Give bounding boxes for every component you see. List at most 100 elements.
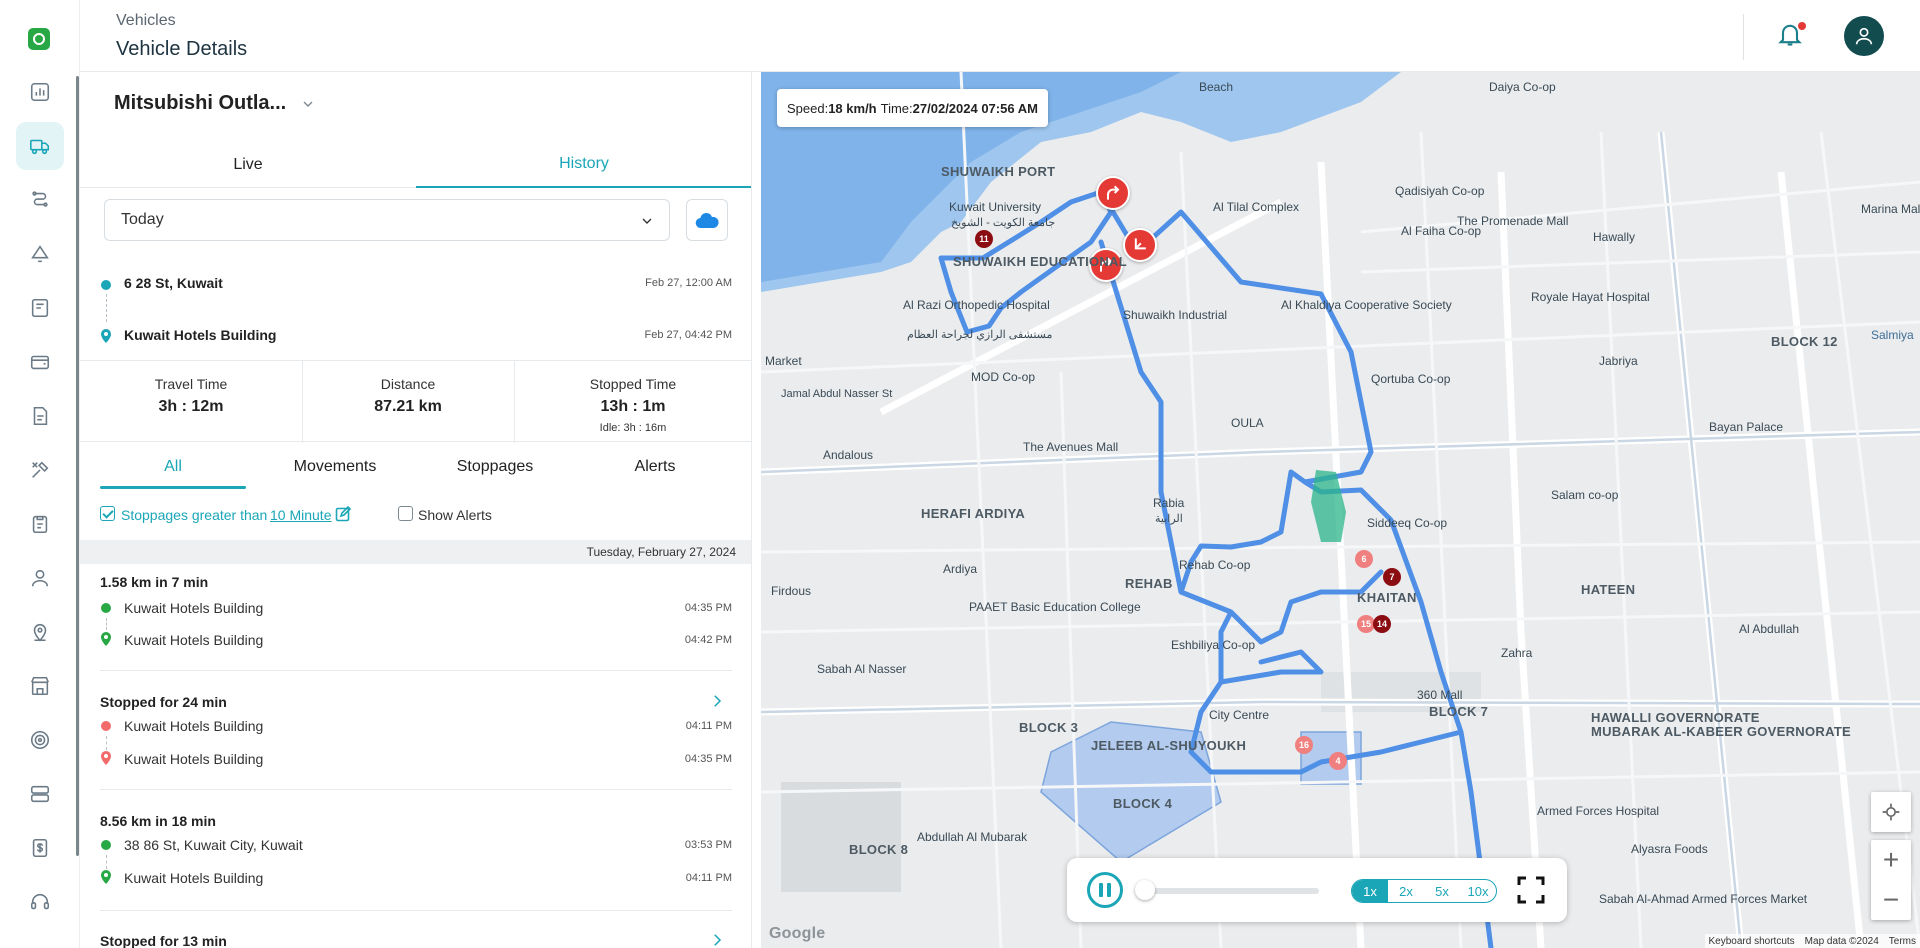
- sidebar-item-tools[interactable]: [16, 446, 64, 494]
- speed-2x-button[interactable]: 2x: [1388, 880, 1424, 902]
- map-place-label[interactable]: Alyasra Foods: [1631, 842, 1708, 856]
- rail-scrollbar[interactable]: [76, 76, 79, 856]
- map-place-label[interactable]: MOD Co-op: [971, 370, 1035, 384]
- speed-1x-button[interactable]: 1x: [1352, 880, 1388, 902]
- harsh-turn-alert-marker[interactable]: [1096, 176, 1130, 210]
- sidebar-item-clipboard[interactable]: [16, 500, 64, 548]
- map-place-label[interactable]: OULA: [1231, 416, 1264, 430]
- map-place-label[interactable]: Jabriya: [1599, 354, 1638, 368]
- stop-marker-11[interactable]: 11: [975, 230, 993, 248]
- map-place-label[interactable]: Hawally: [1593, 230, 1635, 244]
- map-place-label[interactable]: Abdullah Al Mubarak: [917, 830, 1027, 844]
- tab-movements[interactable]: Movements: [260, 444, 410, 490]
- map-place-label[interactable]: The Avenues Mall: [1023, 440, 1118, 454]
- harsh-brake-alert-marker[interactable]: [1123, 228, 1157, 262]
- sidebar-item-user[interactable]: [16, 554, 64, 602]
- map-place-label[interactable]: JELEEB AL-SHUYOUKH: [1091, 738, 1246, 753]
- show-alerts-checkbox[interactable]: [398, 506, 413, 521]
- map-place-label[interactable]: MUBARAK AL-KABEER GOVERNORATE: [1591, 724, 1851, 739]
- fullscreen-button[interactable]: [1515, 874, 1547, 906]
- map-place-label[interactable]: Rehab Co-op: [1179, 558, 1250, 572]
- map-place-label[interactable]: BLOCK 3: [1019, 720, 1078, 735]
- vehicle-name[interactable]: Mitsubishi Outla...: [114, 92, 286, 115]
- stoppage-duration-link[interactable]: 10 Minute: [270, 507, 331, 523]
- map-place-label[interactable]: Marina Mall: [1861, 202, 1920, 216]
- map-place-label[interactable]: Jamal Abdul Nasser St: [781, 388, 892, 400]
- tab-live[interactable]: Live: [80, 142, 416, 188]
- map-place-label[interactable]: Al Abdullah: [1739, 622, 1799, 636]
- map-place-label[interactable]: KHAITAN: [1357, 590, 1417, 605]
- notification-button[interactable]: [1776, 20, 1808, 52]
- map-place-label[interactable]: Market: [765, 354, 802, 368]
- sidebar-item-billing[interactable]: [16, 824, 64, 872]
- sidebar-item-target[interactable]: [16, 716, 64, 764]
- app-logo-icon[interactable]: [28, 28, 50, 50]
- sidebar-item-alert[interactable]: [16, 230, 64, 278]
- expand-entry-button[interactable]: [708, 931, 728, 948]
- sidebar-item-report[interactable]: [16, 284, 64, 332]
- map-place-label[interactable]: Qadisiyah Co-op: [1395, 184, 1484, 198]
- map-place-label[interactable]: Daiya Co-op: [1489, 80, 1556, 94]
- map-place-label[interactable]: Armed Forces Hospital: [1537, 804, 1659, 818]
- download-button[interactable]: [686, 199, 728, 241]
- route-map[interactable]: 11 6 7 15 14 16 4 SHUWAIKH PORT Kuwait Un…: [761, 72, 1920, 948]
- sidebar-item-document[interactable]: [16, 392, 64, 440]
- stop-marker-16[interactable]: 16: [1295, 736, 1313, 754]
- map-place-label[interactable]: Al Khaldiya Cooperative Society: [1281, 298, 1452, 312]
- map-place-label[interactable]: SHUWAIKH EDUCATIONAL: [953, 254, 1127, 269]
- map-place-label[interactable]: Al Razi Orthopedic Hospital: [903, 298, 1050, 312]
- tab-stoppages[interactable]: Stoppages: [420, 444, 570, 490]
- map-place-label[interactable]: Al Faiha Co-op: [1401, 224, 1481, 238]
- map-place-label[interactable]: مستشفى الرازي لجراحة العظام: [907, 328, 1052, 341]
- speed-5x-button[interactable]: 5x: [1424, 880, 1460, 902]
- map-place-label[interactable]: Salmiya: [1871, 328, 1914, 342]
- pause-button[interactable]: [1087, 872, 1123, 908]
- edit-duration-button[interactable]: [335, 505, 352, 522]
- map-place-label[interactable]: Qortuba Co-op: [1371, 372, 1450, 386]
- map-place-label[interactable]: PAAET Basic Education College: [969, 600, 1141, 614]
- keyboard-shortcuts-link[interactable]: Keyboard shortcuts: [1709, 936, 1795, 947]
- map-place-label[interactable]: Sabah Al Nasser: [817, 662, 906, 676]
- sidebar-item-vehicle[interactable]: [16, 122, 64, 170]
- map-place-label[interactable]: HAWALLI GOVERNORATE: [1591, 710, 1760, 725]
- stop-marker-6[interactable]: 6: [1355, 550, 1373, 568]
- sidebar-item-dashboard[interactable]: [16, 68, 64, 116]
- map-place-label[interactable]: Salam co-op: [1551, 488, 1618, 502]
- stop-marker-7[interactable]: 7: [1383, 568, 1401, 586]
- map-place-label[interactable]: Sabah Al-Ahmad Armed Forces Market: [1599, 892, 1807, 906]
- expand-entry-button[interactable]: [708, 692, 728, 712]
- map-place-label[interactable]: Firdous: [771, 584, 811, 598]
- map-place-label[interactable]: Andalous: [823, 448, 873, 462]
- map-place-label[interactable]: HATEEN: [1581, 582, 1635, 597]
- stoppage-filter-checkbox[interactable]: [100, 506, 115, 521]
- map-place-label[interactable]: HERAFI ARDIYA: [921, 506, 1025, 521]
- user-avatar[interactable]: [1844, 16, 1884, 56]
- map-place-label[interactable]: Eshbiliya Co-op: [1171, 638, 1255, 652]
- map-place-label[interactable]: REHAB: [1125, 576, 1173, 591]
- map-place-label[interactable]: BLOCK 4: [1113, 796, 1172, 811]
- my-location-button[interactable]: [1871, 792, 1911, 832]
- playback-track[interactable]: [1135, 888, 1319, 894]
- map-place-label[interactable]: 360 Mall: [1417, 688, 1462, 702]
- map-place-label[interactable]: Shuwaikh Industrial: [1123, 308, 1227, 322]
- zoom-out-button[interactable]: −: [1871, 880, 1911, 920]
- sidebar-item-route[interactable]: [16, 176, 64, 224]
- stop-marker-14[interactable]: 14: [1373, 615, 1391, 633]
- map-place-label[interactable]: Kuwait University: [949, 200, 1041, 214]
- map-place-label[interactable]: جامعة الكويت - الشويخ: [951, 216, 1055, 229]
- map-place-label[interactable]: Al Tilal Complex: [1213, 200, 1299, 214]
- map-place-label[interactable]: Rabia: [1153, 496, 1184, 510]
- sidebar-item-support[interactable]: [16, 878, 64, 926]
- map-place-label[interactable]: Ardiya: [943, 562, 977, 576]
- stop-marker-4[interactable]: 4: [1329, 752, 1347, 770]
- sidebar-item-location[interactable]: [16, 608, 64, 656]
- map-place-label[interactable]: BLOCK 7: [1429, 704, 1488, 719]
- date-range-select[interactable]: Today: [104, 199, 670, 241]
- map-place-label[interactable]: City Centre: [1209, 708, 1269, 722]
- map-place-label[interactable]: BLOCK 8: [849, 842, 908, 857]
- map-place-label[interactable]: Beach: [1199, 80, 1233, 94]
- breadcrumb[interactable]: Vehicles: [116, 12, 176, 30]
- tab-all[interactable]: All: [100, 444, 246, 490]
- tab-history[interactable]: History: [416, 142, 751, 188]
- vehicle-select-button[interactable]: [300, 96, 320, 116]
